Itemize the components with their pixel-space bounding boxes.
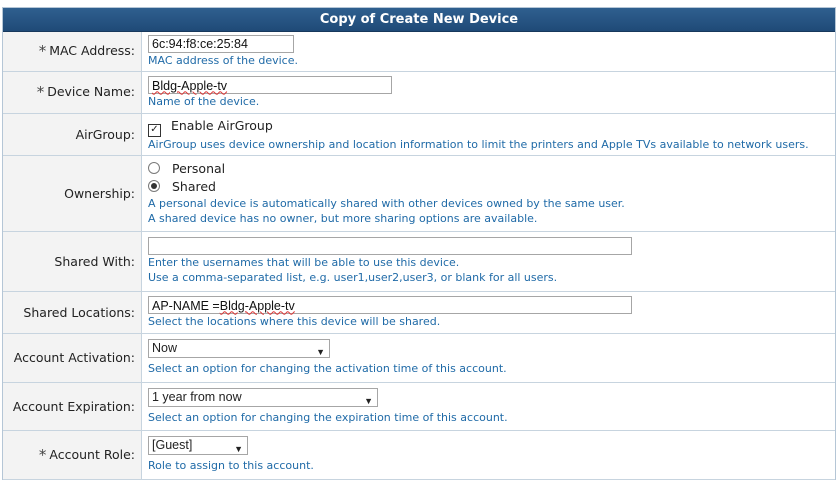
ownership-help-personal: A personal device is automatically share… (148, 197, 625, 210)
form-title: Copy of Create New Device (3, 8, 835, 32)
mac-address-help: MAC address of the device. (148, 53, 298, 67)
mac-address-label: MAC Address: (49, 43, 135, 59)
account-expiration-select[interactable]: 1 year from now ▼ (148, 387, 378, 407)
shared-with-help: Enter the usernames that will be able to… (148, 256, 460, 269)
ownership-option-personal[interactable]: Personal (148, 160, 835, 178)
account-expiration-label: Account Expiration: (3, 382, 142, 431)
shared-locations-label: Shared Locations: (3, 291, 142, 334)
mac-address-input[interactable] (148, 34, 294, 53)
field-cell: AP-NAME =Bldg-Apple-tv Select the locati… (141, 291, 835, 334)
account-expiration-value: 1 year from now (152, 389, 242, 404)
field-cell: 1 year from now ▼ Select an option for c… (141, 382, 835, 431)
personal-radio[interactable] (148, 162, 160, 174)
field-cell: Enter the usernames that will be able to… (141, 231, 835, 292)
account-role-value: [Guest] (152, 438, 193, 452)
dropdown-arrow-icon: ▼ (364, 395, 373, 406)
row-mac-address: *MAC Address: MAC address of the device. (3, 32, 835, 72)
row-device-name: * Device Name: Bldg-Apple-tv Name of the … (3, 71, 835, 114)
field-cell: [Guest] ▼ Role to assign to this account… (141, 430, 835, 480)
dropdown-arrow-icon: ▼ (316, 347, 325, 357)
account-role-help: Role to assign to this account. (148, 459, 314, 472)
required-mark: * (36, 83, 45, 101)
shared-locations-help: Select the locations where this device w… (148, 314, 441, 328)
label-cell: * Device Name: (3, 71, 142, 114)
shared-radio[interactable] (148, 180, 160, 192)
account-role-select[interactable]: [Guest] ▼ (148, 436, 248, 455)
account-activation-help: Select an option for changing the activa… (148, 362, 507, 375)
shared-locations-prefix: AP-NAME = (152, 298, 220, 313)
account-activation-select[interactable]: Now ▼ (148, 339, 330, 358)
shared-with-label: Shared With: (3, 231, 142, 292)
row-airgroup: AirGroup: ✓ Enable AirGroup AirGroup use… (3, 113, 835, 156)
row-account-role: * Account Role: [Guest] ▼ Role to assign … (3, 430, 835, 480)
field-cell: ✓ Enable AirGroup AirGroup uses device o… (141, 113, 835, 156)
shared-with-format-help: Use a comma-separated list, e.g. user1,u… (148, 271, 558, 284)
device-name-input[interactable]: Bldg-Apple-tv (148, 75, 392, 94)
account-role-label: Account Role: (49, 446, 135, 462)
field-cell: MAC address of the device. (141, 32, 835, 72)
airgroup-option[interactable]: ✓ Enable AirGroup (148, 117, 835, 137)
row-ownership: Ownership: Personal Shared A personal de… (3, 155, 835, 232)
shared-with-input[interactable] (148, 237, 632, 255)
row-account-expiration: Account Expiration: 1 year from now ▼ Se… (3, 382, 835, 431)
form-table: *MAC Address: MAC address of the device.… (3, 32, 835, 480)
account-activation-label: Account Activation: (3, 333, 142, 383)
personal-label: Personal (171, 161, 226, 176)
enable-airgroup-checkbox[interactable]: ✓ (148, 123, 161, 137)
dropdown-arrow-icon: ▼ (234, 444, 243, 454)
ownership-option-shared[interactable]: Shared (148, 178, 835, 196)
account-expiration-help: Select an option for changing the expira… (148, 410, 508, 424)
required-mark: * (38, 42, 47, 61)
airgroup-label: AirGroup: (3, 113, 142, 156)
row-shared-locations: Shared Locations: AP-NAME =Bldg-Apple-tv… (3, 291, 835, 334)
enable-airgroup-label: Enable AirGroup (170, 117, 273, 133)
label-cell: * MAC Address: (3, 32, 142, 72)
device-name-help: Name of the device. (148, 94, 260, 108)
shared-locations-device: Bldg-Apple-tv (219, 298, 295, 313)
row-account-activation: Account Activation: Now ▼ Select an opti… (3, 333, 835, 383)
row-shared-with: Shared With: Enter the usernames that wi… (3, 231, 835, 292)
required-mark: * (38, 445, 47, 464)
field-cell: Now ▼ Select an option for changing the … (141, 333, 835, 383)
device-name-value: Bldg-Apple-tv (152, 78, 228, 93)
airgroup-help: AirGroup uses device ownership and locat… (148, 137, 809, 151)
field-cell: Bldg-Apple-tv Name of the device. (141, 71, 835, 114)
device-name-label: Device Name: (47, 84, 135, 99)
field-cell: Personal Shared A personal device is aut… (141, 155, 835, 232)
ownership-help-shared: A shared device has no owner, but more s… (148, 212, 538, 225)
shared-locations-input[interactable]: AP-NAME =Bldg-Apple-tv (148, 295, 632, 314)
account-activation-value: Now (152, 341, 178, 355)
shared-label: Shared (171, 179, 216, 194)
create-device-form: Copy of Create New Device * MAC Address: … (2, 7, 836, 480)
label-cell: * Account Role: (3, 430, 142, 480)
ownership-label: Ownership: (3, 155, 142, 232)
